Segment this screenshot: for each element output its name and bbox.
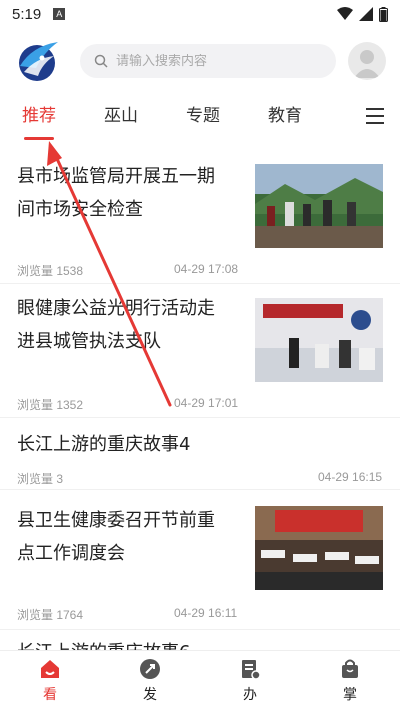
nav-service[interactable]: 办 xyxy=(200,651,300,710)
news-item[interactable]: 眼健康公益光明行活动走 进县城管执法支队 浏览量 1352 04-29 17:0… xyxy=(0,284,400,418)
search-bar[interactable] xyxy=(80,44,336,78)
wifi-icon xyxy=(337,7,353,20)
news-feed: 县市场监管局开展五一期 间市场安全检查 浏览量 1538 04-29 17:08… xyxy=(0,148,400,650)
view-count: 浏览量 3 xyxy=(17,472,64,486)
app-header xyxy=(0,36,400,86)
bag-icon xyxy=(342,659,358,678)
tab-wushan[interactable]: 巫山 xyxy=(104,96,138,140)
news-thumbnail xyxy=(255,506,383,590)
tab-education[interactable]: 教育 xyxy=(268,96,302,140)
tab-recommend[interactable]: 推荐 xyxy=(22,96,56,140)
view-count: 浏览量 1538 xyxy=(17,264,84,278)
news-title: 县市场监管局开展五一期 间市场安全检查 xyxy=(17,166,215,220)
news-title: 长江上游的重庆故事4 xyxy=(17,434,191,455)
news-item[interactable]: 长江上游的重庆故事6 xyxy=(0,630,400,650)
nav-label: 办 xyxy=(243,686,257,703)
news-title: 县卫生健康委召开节前重 点工作调度会 xyxy=(17,510,215,564)
publish-time: 04-29 16:15 xyxy=(318,470,383,484)
nav-label: 掌 xyxy=(343,686,357,703)
status-icons xyxy=(337,6,388,22)
view-count: 浏览量 1764 xyxy=(17,608,84,622)
signal-icon xyxy=(359,7,373,21)
user-icon xyxy=(354,50,380,78)
channel-tabs: 推荐 巫山 专题 教育 xyxy=(0,96,400,140)
status-bar: 5:19 A xyxy=(0,0,400,28)
channel-menu-icon[interactable] xyxy=(366,108,384,124)
news-title: 眼健康公益光明行活动走 进县城管执法支队 xyxy=(17,298,215,352)
view-count: 浏览量 1352 xyxy=(17,398,84,412)
news-item[interactable]: 县卫生健康委召开节前重 点工作调度会 浏览量 1764 04-29 16:11 xyxy=(0,490,400,630)
search-icon xyxy=(94,54,108,68)
search-input[interactable] xyxy=(116,53,316,69)
nav-post[interactable]: 发 xyxy=(100,651,200,710)
nav-label: 发 xyxy=(143,686,157,703)
status-time: 5:19 xyxy=(12,5,42,23)
bottom-nav: 看 发 办 掌 xyxy=(0,650,400,710)
news-title: 长江上游的重庆故事6 xyxy=(17,636,190,650)
service-icon xyxy=(242,659,261,680)
nav-label: 看 xyxy=(43,686,57,703)
publish-time: 04-29 17:08 xyxy=(174,262,239,276)
publish-time: 04-29 16:11 xyxy=(174,606,238,620)
nav-palm[interactable]: 掌 xyxy=(300,651,400,710)
user-avatar[interactable] xyxy=(348,42,386,80)
nav-watch[interactable]: 看 xyxy=(0,651,100,710)
notification-icon: A xyxy=(53,8,66,20)
news-thumbnail xyxy=(255,164,383,248)
publish-time: 04-29 17:01 xyxy=(174,396,239,410)
app-logo-icon[interactable] xyxy=(14,38,60,84)
news-thumbnail xyxy=(255,298,383,382)
home-icon xyxy=(41,659,59,678)
news-item[interactable]: 县市场监管局开展五一期 间市场安全检查 浏览量 1538 04-29 17:08 xyxy=(0,148,400,284)
battery-icon xyxy=(379,6,388,22)
tab-topics[interactable]: 专题 xyxy=(186,96,220,140)
news-item[interactable]: 长江上游的重庆故事4 浏览量 3 04-29 16:15 xyxy=(0,418,400,490)
send-icon xyxy=(140,658,160,679)
